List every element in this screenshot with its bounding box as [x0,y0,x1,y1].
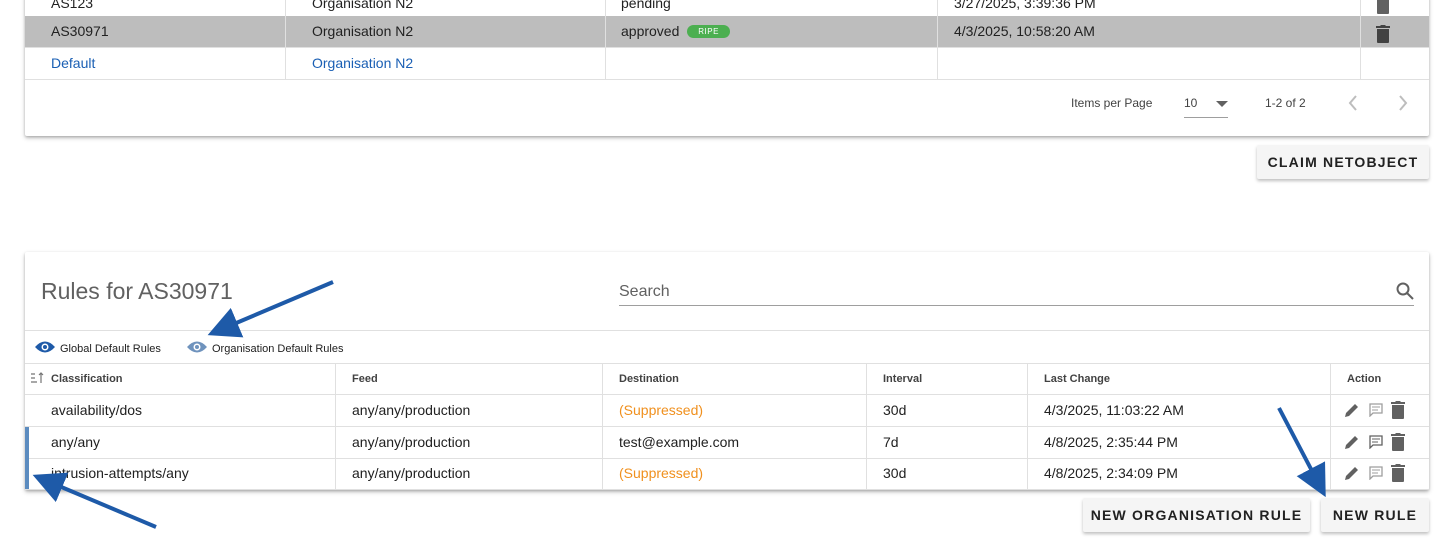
table-row[interactable]: any/any any/any/production test@example.… [25,427,1429,459]
ripe-badge: RIPE [687,25,730,38]
interval-cell: 7d [867,427,1028,458]
column-label: Classification [51,373,123,385]
pagination-range: 1-2 of 2 [1265,96,1306,110]
destination-cell: (Suppressed) [603,458,867,489]
classification-cell: availability/dos [25,395,336,426]
new-organisation-rule-button[interactable]: NEW ORGANISATION RULE [1083,498,1310,532]
organisation-link[interactable]: Organisation N2 [286,48,606,79]
asn-cell: AS30971 [25,16,286,47]
table-row[interactable]: intrusion-attempts/any any/any/productio… [25,458,1429,490]
delete-icon[interactable] [1391,433,1405,451]
row-actions [1343,464,1405,482]
column-header-interval: Interval [867,364,1028,394]
destination-cell: (Suppressed) [603,395,867,426]
last-change-cell: 4/8/2025, 2:34:09 PM [1028,458,1331,489]
status-text: approved [621,23,680,39]
default-rules-toggles: Global Default Rules Organisation Defaul… [25,330,1429,364]
toggle-organisation-default-rules[interactable]: Organisation Default Rules [186,340,343,357]
asn-link[interactable]: Default [25,48,286,79]
table-row[interactable]: Default Organisation N2 [25,48,1429,80]
table-row[interactable]: availability/dos any/any/production (Sup… [25,395,1429,427]
action-cell [1361,16,1429,47]
column-header-feed: Feed [336,364,603,394]
row-actions [1343,433,1405,451]
sort-icon[interactable] [30,364,44,394]
comment-icon[interactable] [1369,403,1383,417]
classification-cell: intrusion-attempts/any [25,458,336,489]
column-header-destination: Destination [603,364,867,394]
interval-cell: 30d [867,395,1028,426]
delete-icon[interactable] [1376,23,1390,47]
feed-cell: any/any/production [336,427,603,458]
rules-card: Rules for AS30971 Global Default Rules O… [25,252,1429,490]
comment-icon[interactable] [1369,435,1383,449]
chevron-left-icon[interactable] [1347,94,1359,115]
claim-netobject-button[interactable]: CLAIM NETOBJECT [1257,145,1429,179]
feed-cell: any/any/production [336,395,603,426]
rules-table-header: Classification Feed Destination Interval… [25,364,1429,395]
netobjects-card: AS123 Organisation N2 pending 3/27/2025,… [25,0,1429,136]
rules-title: Rules for AS30971 [41,278,233,304]
last-change-cell: 4/3/2025, 11:03:22 AM [1028,395,1331,426]
toggle-global-default-rules[interactable]: Global Default Rules [34,340,161,357]
eye-icon [34,340,56,357]
search-icon[interactable] [1396,282,1414,305]
action-cell [1361,48,1429,79]
items-per-page-select[interactable]: 10 [1184,90,1228,118]
pagination: Items per Page 10 1-2 of 2 [25,80,1429,136]
chevron-down-icon [1216,101,1228,107]
delete-icon[interactable] [1391,464,1405,482]
edit-icon[interactable] [1343,401,1361,419]
column-header-classification[interactable]: Classification [25,364,336,394]
app-stage: AS123 Organisation N2 pending 3/27/2025,… [0,0,1444,545]
status-cell [606,48,938,79]
column-header-action: Action [1347,373,1382,385]
items-per-page-value: 10 [1184,96,1198,110]
edit-icon[interactable] [1343,433,1361,451]
new-rule-button[interactable]: NEW RULE [1321,498,1429,532]
feed-cell: any/any/production [336,458,603,489]
row-actions [1343,401,1405,419]
eye-icon [186,340,208,357]
items-per-page-label: Items per Page [1071,96,1153,110]
destination-cell: test@example.com [603,427,867,458]
status-cell: approved RIPE [606,16,938,47]
column-header-last-change: Last Change [1028,364,1331,394]
toggle-label: Organisation Default Rules [212,342,344,355]
organisation-cell: Organisation N2 [286,16,606,47]
date-cell: 4/3/2025, 10:58:20 AM [938,16,1361,47]
table-row-selected[interactable]: AS30971 Organisation N2 approved RIPE 4/… [25,16,1429,48]
comment-icon[interactable] [1369,466,1383,480]
date-cell [938,48,1361,79]
search-input[interactable] [619,274,1379,304]
last-change-cell: 4/8/2025, 2:35:44 PM [1028,427,1331,458]
toggle-label: Global Default Rules [60,342,161,355]
search-field [619,274,1414,306]
classification-cell: any/any [25,427,336,458]
edit-icon[interactable] [1343,464,1361,482]
interval-cell: 30d [867,458,1028,489]
chevron-right-icon[interactable] [1397,94,1409,115]
delete-icon[interactable] [1391,401,1405,419]
